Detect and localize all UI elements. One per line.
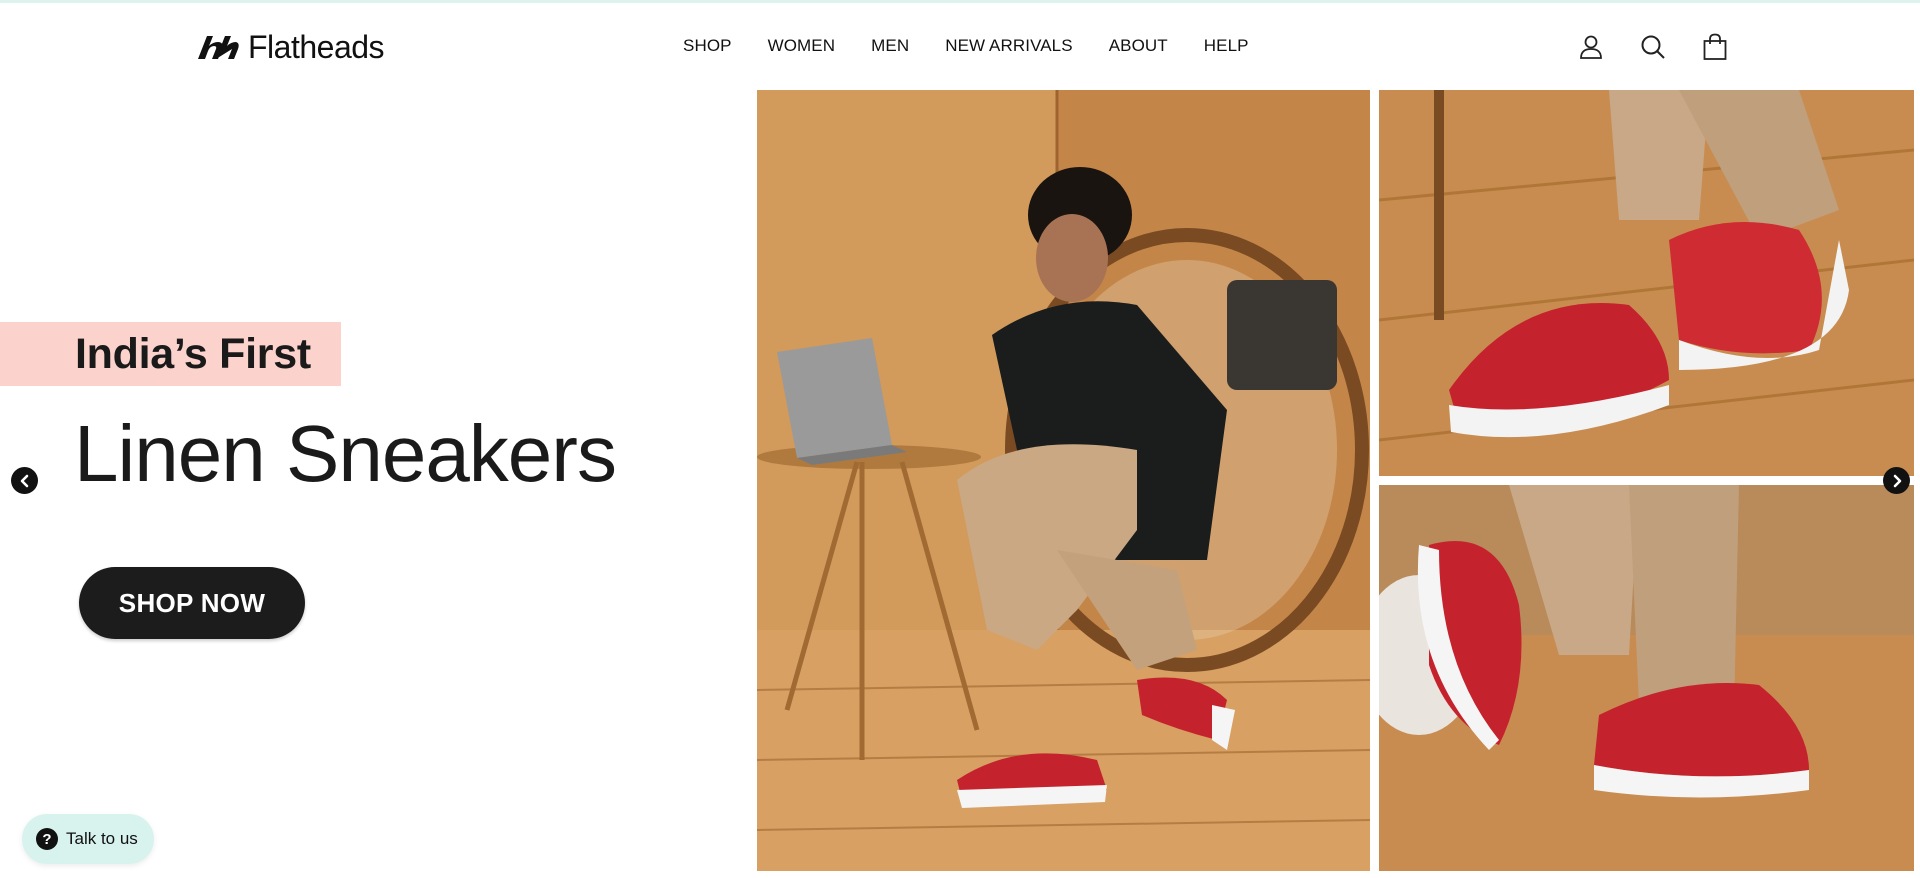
nav-item-new-arrivals[interactable]: NEW ARRIVALS (945, 36, 1072, 56)
hero-image-top-right (1379, 90, 1914, 476)
main-nav: SHOP WOMEN MEN NEW ARRIVALS ABOUT HELP (683, 36, 1249, 56)
hero-image-bottom-right (1379, 485, 1914, 871)
hero-image-main (757, 90, 1370, 871)
hero-banner: India’s First Linen Sneakers SHOP NOW (0, 90, 1920, 878)
brand-name: Flatheads (248, 28, 385, 65)
talk-to-us-button[interactable]: ? Talk to us (22, 814, 154, 864)
nav-item-women[interactable]: WOMEN (768, 36, 836, 56)
account-icon[interactable] (1578, 33, 1604, 61)
talk-to-us-label: Talk to us (66, 829, 138, 848)
nav-item-men[interactable]: MEN (871, 36, 909, 56)
chevron-left-icon (20, 474, 28, 487)
search-icon[interactable] (1640, 33, 1666, 61)
shop-now-button[interactable]: SHOP NOW (79, 567, 305, 639)
brand-logo[interactable]: Flatheads (194, 28, 385, 65)
carousel-next-button[interactable] (1883, 467, 1910, 494)
carousel-prev-button[interactable] (11, 467, 38, 494)
flatheads-logo-mark-icon (198, 36, 239, 59)
headline-badge: India’s First (75, 330, 311, 378)
site-header: Flatheads SHOP WOMEN MEN NEW ARRIVALS AB… (0, 3, 1920, 87)
nav-item-about[interactable]: ABOUT (1109, 36, 1168, 56)
nav-item-help[interactable]: HELP (1204, 36, 1249, 56)
chevron-right-icon (1893, 474, 1901, 487)
nav-item-shop[interactable]: SHOP (683, 36, 732, 56)
header-actions (1578, 33, 1728, 61)
question-icon: ? (36, 828, 58, 850)
hero-headline: Linen Sneakers (74, 409, 617, 498)
cart-icon[interactable] (1702, 33, 1728, 61)
